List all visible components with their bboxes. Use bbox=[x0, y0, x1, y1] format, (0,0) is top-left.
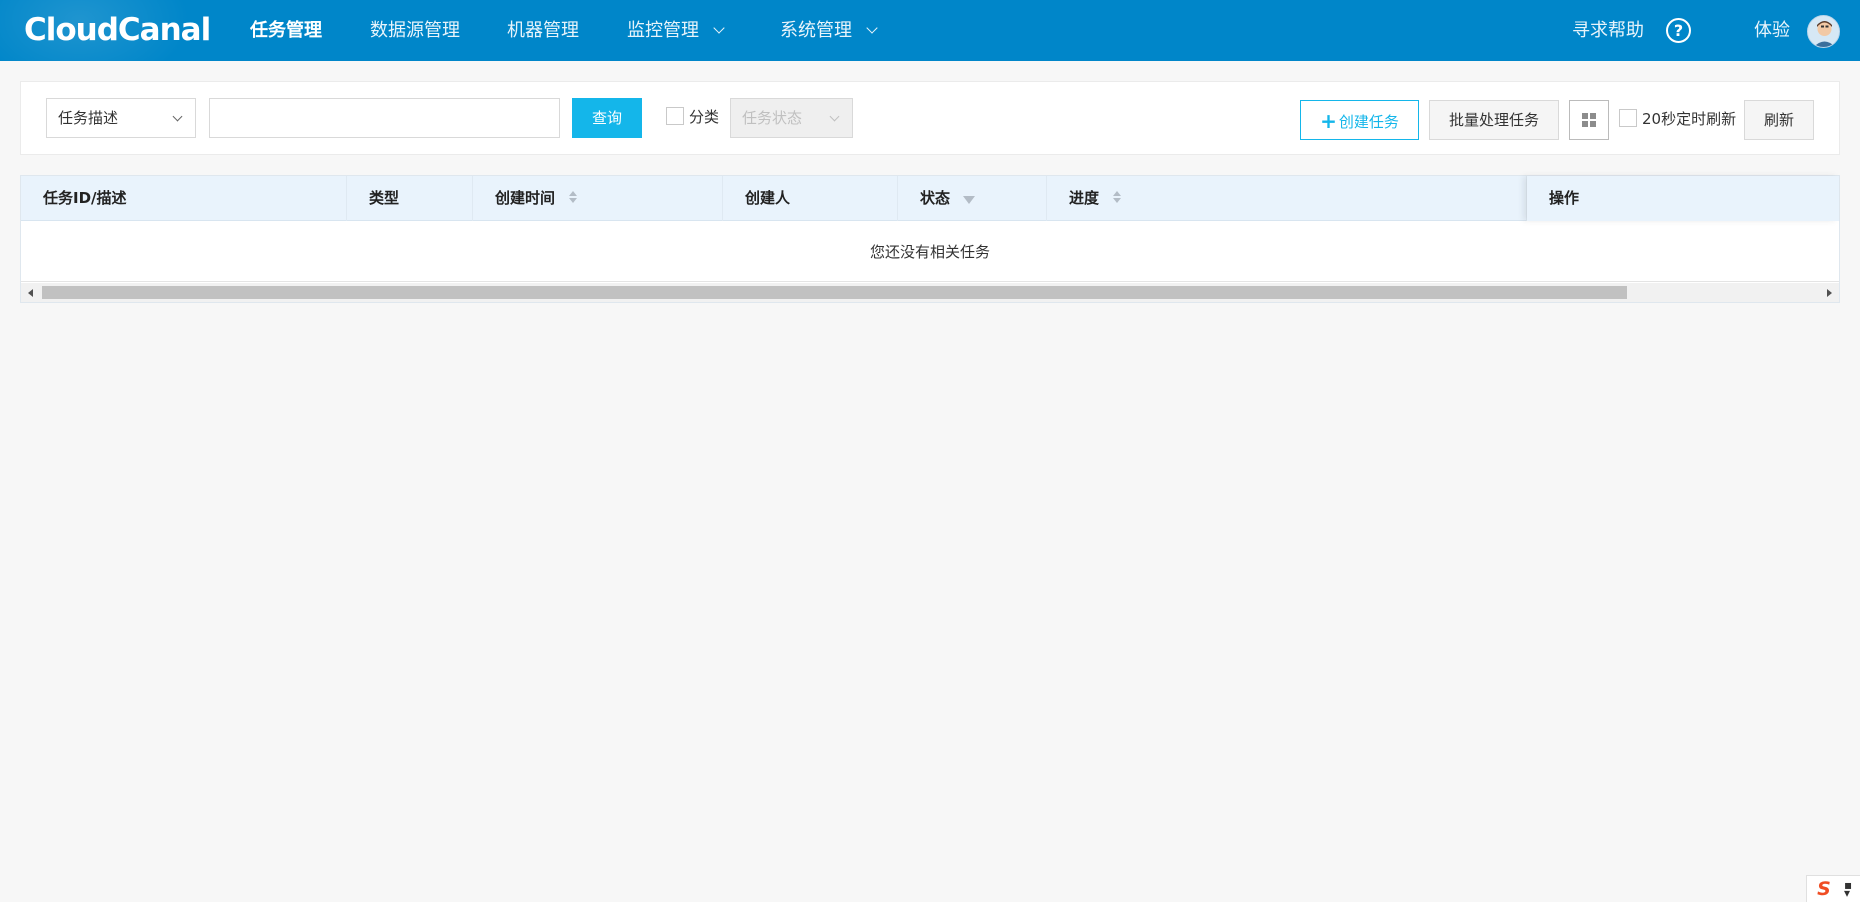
column-header-label: 任务ID/描述 bbox=[43, 189, 127, 207]
column-header-creator: 创建人 bbox=[723, 176, 898, 221]
column-header-label: 状态 bbox=[920, 189, 951, 207]
column-header-actions: 操作 bbox=[1527, 176, 1839, 221]
nav-item-machine-management[interactable]: 机器管理 bbox=[507, 0, 579, 61]
user-name[interactable]: 体验 bbox=[1754, 0, 1790, 61]
task-table: 任务ID/描述 类型 创建时间 创建人 状态 进度 操作 您还没有相关任务 bbox=[20, 175, 1840, 303]
chevron-down-icon bbox=[172, 111, 183, 122]
column-header-label: 创建人 bbox=[745, 189, 791, 207]
create-task-label: 创建任务 bbox=[1338, 113, 1399, 131]
avatar[interactable] bbox=[1807, 15, 1840, 48]
horizontal-scrollbar[interactable] bbox=[21, 283, 1839, 302]
question-circle-icon[interactable]: ? bbox=[1666, 18, 1691, 43]
nav-item-label: 监控管理 bbox=[627, 20, 699, 41]
search-field-select[interactable]: 任务描述 bbox=[46, 98, 196, 138]
column-header-label: 进度 bbox=[1069, 189, 1100, 207]
grid-view-button[interactable] bbox=[1569, 100, 1609, 140]
top-navbar: CloudCanal 任务管理 数据源管理 机器管理 监控管理 系统管理 寻求帮… bbox=[0, 0, 1860, 61]
auto-refresh-checkbox[interactable]: 20秒定时刷新 bbox=[1619, 108, 1737, 129]
nav-item-label: 机器管理 bbox=[507, 20, 579, 41]
chevron-down-icon bbox=[829, 111, 840, 122]
auto-refresh-label: 20秒定时刷新 bbox=[1642, 110, 1737, 128]
column-header-created-time[interactable]: 创建时间 bbox=[473, 176, 723, 221]
nav-item-task-management[interactable]: 任务管理 bbox=[250, 0, 322, 61]
sort-icon[interactable] bbox=[568, 191, 578, 205]
nav-item-datasource-management[interactable]: 数据源管理 bbox=[370, 0, 460, 61]
task-toolbar: 任务描述 查询 分类 任务状态 + 创建任务 批量处理任务 20秒定时刷新 刷新 bbox=[20, 81, 1840, 155]
scrollbar-thumb[interactable] bbox=[42, 286, 1627, 299]
classify-label: 分类 bbox=[689, 108, 720, 126]
grid-icon bbox=[1582, 113, 1596, 127]
checkbox-box[interactable] bbox=[666, 106, 684, 125]
table-empty-message: 您还没有相关任务 bbox=[21, 222, 1839, 282]
column-header-label: 类型 bbox=[369, 189, 400, 207]
task-status-select-placeholder: 任务状态 bbox=[742, 109, 803, 127]
search-field-select-value: 任务描述 bbox=[58, 109, 119, 127]
scroll-right-arrow-icon[interactable] bbox=[1827, 289, 1832, 297]
column-header-label: 操作 bbox=[1549, 189, 1580, 207]
create-task-button[interactable]: + 创建任务 bbox=[1300, 100, 1419, 140]
column-header-task-id: 任务ID/描述 bbox=[21, 176, 347, 221]
nav-item-system-management[interactable]: 系统管理 bbox=[780, 0, 878, 61]
app-logo[interactable]: CloudCanal bbox=[24, 11, 211, 49]
column-header-type: 类型 bbox=[347, 176, 473, 221]
nav-item-monitor-management[interactable]: 监控管理 bbox=[627, 0, 725, 61]
chevron-down-icon bbox=[713, 22, 725, 34]
checkbox-box[interactable] bbox=[1619, 108, 1637, 127]
refresh-button[interactable]: 刷新 bbox=[1744, 100, 1814, 140]
column-header-label: 创建时间 bbox=[495, 189, 556, 207]
query-button[interactable]: 查询 bbox=[572, 98, 642, 138]
task-status-select[interactable]: 任务状态 bbox=[730, 98, 853, 138]
classify-checkbox[interactable]: 分类 bbox=[666, 106, 720, 127]
column-header-status[interactable]: 状态 bbox=[898, 176, 1047, 221]
plus-icon: + bbox=[1320, 109, 1337, 133]
sogou-ime-icon[interactable]: S bbox=[1814, 879, 1834, 899]
search-input[interactable] bbox=[209, 98, 560, 138]
sort-icon[interactable] bbox=[1112, 191, 1122, 205]
help-link[interactable]: 寻求帮助 bbox=[1572, 0, 1644, 61]
nav-item-label: 数据源管理 bbox=[370, 20, 460, 41]
filter-icon[interactable] bbox=[963, 196, 976, 204]
nav-item-label: 任务管理 bbox=[250, 20, 322, 41]
batch-process-button[interactable]: 批量处理任务 bbox=[1429, 100, 1559, 140]
scroll-left-arrow-icon[interactable] bbox=[28, 289, 33, 297]
table-header: 任务ID/描述 类型 创建时间 创建人 状态 进度 操作 bbox=[21, 176, 1839, 221]
ime-toolbar[interactable]: S ▪ ▾ bbox=[1806, 875, 1860, 902]
nav-item-label: 系统管理 bbox=[780, 20, 852, 41]
ime-menu-icon[interactable]: ▪ ▾ bbox=[1844, 879, 1852, 899]
user-avatar-icon bbox=[1813, 21, 1836, 47]
column-header-progress[interactable]: 进度 bbox=[1047, 176, 1527, 221]
chevron-down-icon bbox=[866, 22, 878, 34]
